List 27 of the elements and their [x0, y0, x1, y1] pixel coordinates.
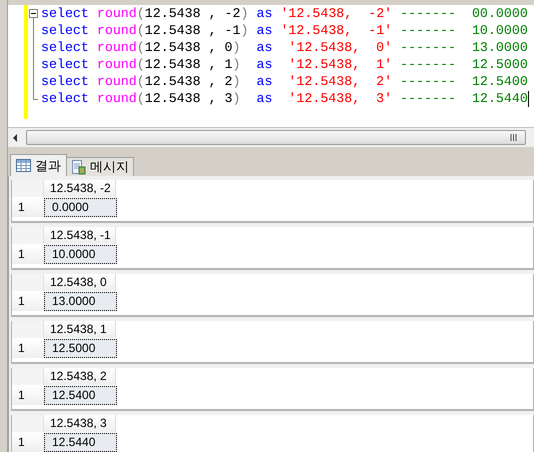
column-header[interactable]: 12.5438, 3	[44, 415, 116, 432]
column-header[interactable]: 12.5438, 1	[44, 321, 116, 338]
outline-end-icon	[33, 90, 38, 100]
result-cell[interactable]: 0.0000	[44, 198, 117, 217]
scroll-left-icon[interactable]	[12, 134, 18, 142]
grid-icon	[16, 159, 31, 172]
grip-icon	[510, 134, 517, 141]
result-cell[interactable]: 12.5440	[44, 433, 117, 452]
scrollbar-thumb[interactable]	[26, 130, 526, 145]
result-tab[interactable]: 결과	[10, 154, 67, 176]
column-header[interactable]: 12.5438, 2	[44, 368, 116, 385]
horizontal-scrollbar[interactable]	[8, 127, 534, 147]
column-header[interactable]: 12.5438, -1	[44, 227, 116, 244]
code-line: select round(12.5438 , -2) as '12.5438, -2' ------- 00.0000	[41, 5, 528, 22]
result-cell[interactable]: 13.0000	[44, 292, 117, 311]
column-header[interactable]: 12.5438, 0	[44, 274, 116, 291]
code-line: select round(12.5438 , -1) as '12.5438, -1' ------- 10.0000	[41, 22, 528, 39]
code-line: select round(12.5438 , 3) as '12.5438, 3' ------- 12.5440	[41, 90, 528, 107]
result-cell[interactable]: 12.5400	[44, 386, 117, 405]
code-line: select round(12.5438 , 1) as '12.5438, 1' ------- 12.5000	[41, 56, 528, 73]
result-tab[interactable]: 메시지	[66, 157, 134, 176]
text-cursor	[528, 90, 529, 106]
result-cell[interactable]: 12.5000	[44, 339, 117, 358]
column-header[interactable]: 12.5438, -2	[44, 180, 116, 197]
result-cell[interactable]: 10.0000	[44, 245, 117, 264]
code-line: select round(12.5438 , 0) as '12.5438, 0' ------- 13.0000	[41, 39, 528, 56]
code-line: select round(12.5438 , 2) as '12.5438, 2' ------- 12.5400	[41, 73, 528, 90]
